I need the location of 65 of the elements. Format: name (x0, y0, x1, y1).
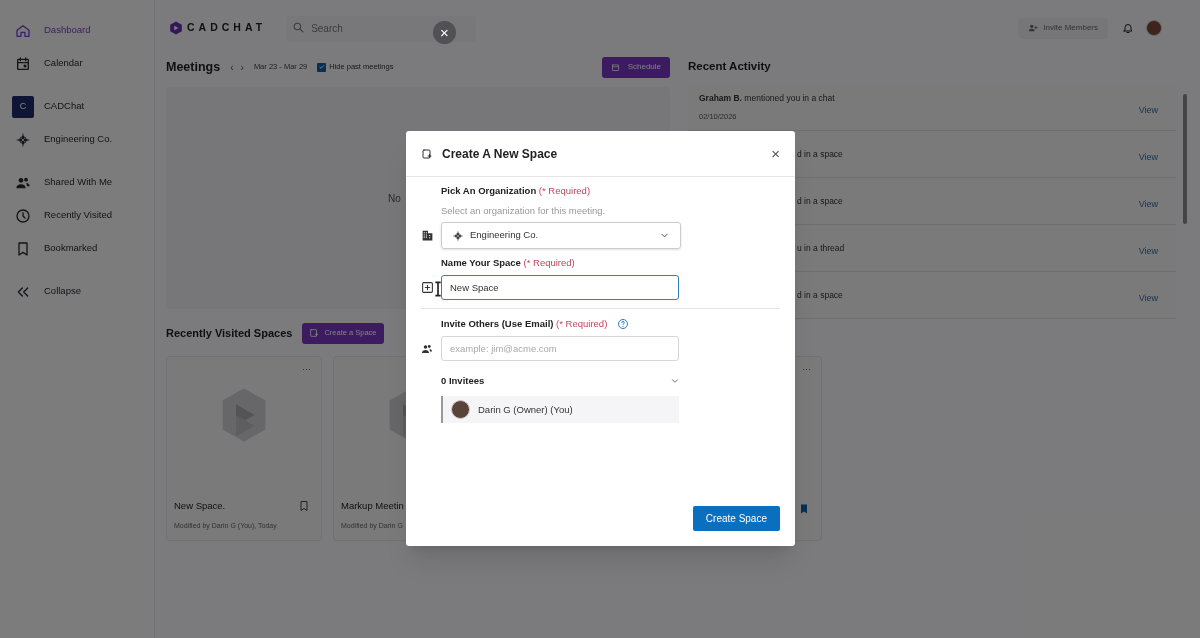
sidebar-item[interactable]: C CADChat (0, 90, 154, 123)
calendar-icon (610, 62, 620, 72)
help-icon[interactable] (617, 318, 630, 330)
clock-icon (15, 207, 31, 224)
card-title: Markup Meetin (341, 499, 404, 514)
sidebar-item[interactable]: Collapse (0, 275, 154, 308)
user-avatar[interactable] (1146, 20, 1162, 36)
search-icon (292, 21, 306, 34)
activity-text: Graham B. mentioned you in a chat (699, 92, 836, 105)
field-label: Pick An Organization (* Required) (441, 185, 592, 197)
plus-square-icon (421, 281, 434, 294)
activity-text: d in a space (797, 288, 844, 302)
sidebar-item[interactable]: Calendar (0, 47, 154, 80)
organization-dropdown[interactable]: Engineering Co. (441, 222, 681, 249)
bookmark-icon[interactable] (798, 503, 810, 515)
sidebar-item[interactable]: Shared With Me (0, 166, 154, 199)
checkbox[interactable] (317, 62, 327, 72)
activity-text: d in a space (797, 194, 844, 208)
person-avatar (451, 400, 470, 420)
activity-text: d in a space (797, 147, 844, 161)
section-title: Meetings (166, 58, 221, 76)
sidebar-item[interactable]: Engineering Co. (0, 123, 154, 156)
sidebar-item[interactable]: Dashboard (0, 14, 154, 47)
view-link[interactable]: View (1138, 292, 1159, 306)
space-icon (309, 328, 320, 338)
view-link[interactable]: View (1138, 245, 1159, 259)
sidebar-item[interactable]: Recently Visited (0, 199, 154, 232)
space-icon (421, 147, 433, 160)
activity-text: u in a thread (797, 241, 846, 255)
bell-icon[interactable] (1122, 22, 1134, 34)
card-title: New Space. (174, 499, 226, 514)
people-icon (421, 342, 433, 355)
name-input[interactable]: New Space (441, 275, 679, 300)
hint-text: Select an organization for this meeting. (441, 205, 607, 217)
next-button[interactable]: › (240, 59, 244, 75)
previous-button[interactable]: ‹ (230, 59, 234, 75)
field-label: Name Your Space (* Required) (441, 257, 576, 269)
dialog-title: Create A New Space (442, 145, 558, 163)
logo-text: CADCHAT (187, 20, 267, 36)
invitee-item: Darin G (Owner) (You) (441, 396, 679, 424)
close-button[interactable]: × (771, 146, 780, 161)
calendar-icon (15, 55, 31, 72)
more-menu[interactable]: ··· (802, 363, 811, 377)
add-person-icon (1028, 23, 1039, 33)
view-link[interactable]: View (1138, 104, 1159, 118)
view-link[interactable]: View (1138, 198, 1159, 212)
field-label: Invite Others (Use Email) (* Required) (441, 318, 608, 330)
logo-icon (169, 21, 183, 35)
section-title: Recently Visited Spaces (166, 325, 293, 341)
invite-members-button[interactable]: Invite Members (1018, 17, 1108, 39)
home-icon (15, 22, 31, 39)
more-menu[interactable]: ··· (302, 363, 311, 377)
create-space-button[interactable]: Create Space (692, 506, 780, 531)
view-link[interactable]: View (1138, 151, 1159, 165)
bookmark-icon[interactable] (298, 500, 310, 513)
section-title: Recent Activity (688, 59, 772, 75)
sidebar-item[interactable]: Bookmarked (0, 232, 154, 265)
empty-message: No (388, 191, 401, 206)
bookmark-icon (15, 240, 31, 257)
building-icon (421, 229, 434, 242)
check-icon (317, 63, 326, 71)
email-input[interactable]: example: jim@acme.com (441, 336, 679, 361)
org-avatar: C (12, 95, 34, 118)
invitees-count: 0 Invitees (441, 374, 485, 388)
schedule-button[interactable]: Schedule (601, 56, 670, 78)
